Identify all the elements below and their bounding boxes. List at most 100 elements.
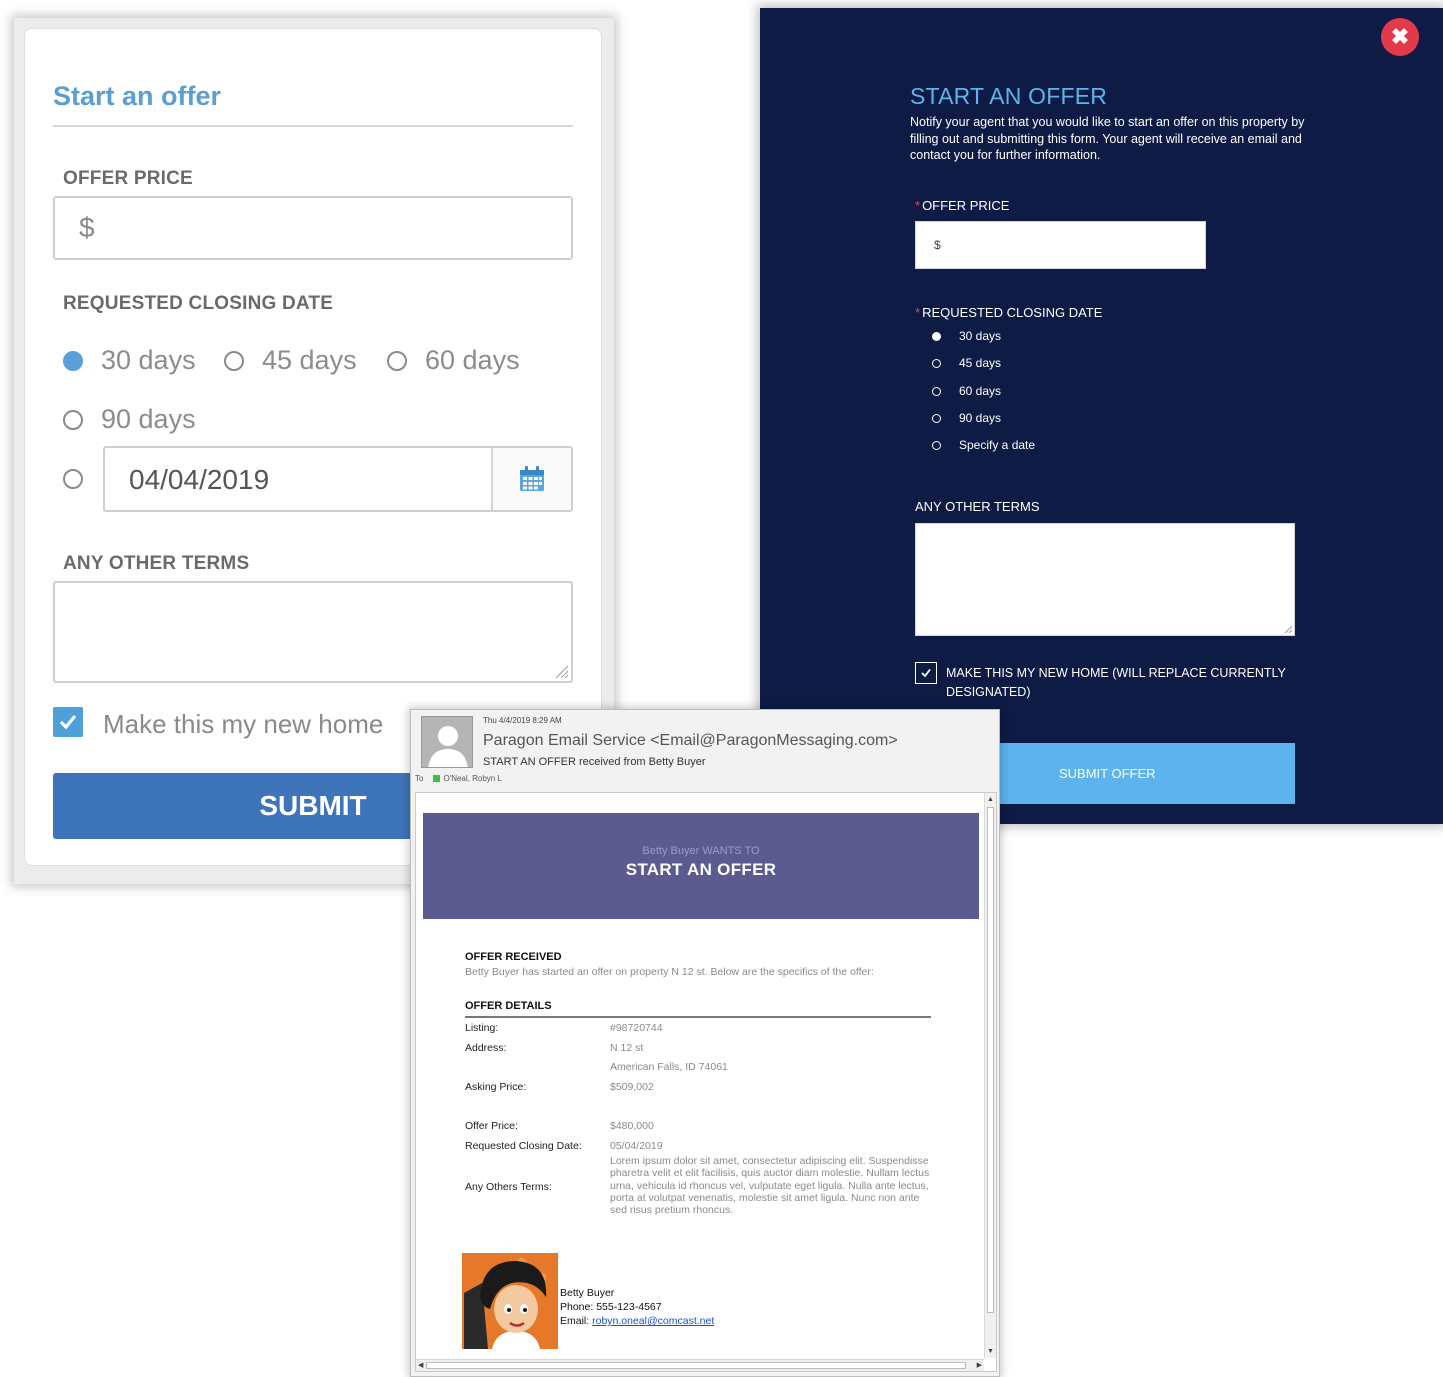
radio-specify-date[interactable]: Specify a date xyxy=(932,438,1035,452)
new-home-label: Make this my new home xyxy=(103,709,384,739)
new-home-label: MAKE THIS MY NEW HOME (WILL REPLACE CURR… xyxy=(946,666,1286,699)
offer-price-label: * OFFER PRICE xyxy=(915,198,1010,213)
dollar-prefix: $ xyxy=(79,212,95,243)
resize-handle-icon xyxy=(1284,625,1293,634)
email-recipient: To O'Neal, Robyn L xyxy=(415,774,502,783)
calendar-icon xyxy=(520,466,544,491)
radio-specify-date[interactable] xyxy=(63,469,101,489)
checkmark-icon xyxy=(921,668,931,678)
radio-30-days[interactable]: 30 days xyxy=(63,345,196,376)
other-terms-label: Any Others Terms: xyxy=(465,1181,552,1193)
banner-subtitle: Betty Buyer WANTS TO xyxy=(642,845,760,857)
required-asterisk: * xyxy=(915,198,921,213)
radio-icon xyxy=(63,409,83,430)
radio-label: 60 days xyxy=(425,345,520,375)
closing-date-label: Requested Closing Date: xyxy=(465,1140,582,1152)
sender-avatar xyxy=(421,716,473,768)
scroll-down-icon[interactable]: ▼ xyxy=(987,1347,994,1356)
email-body: Betty Buyer WANTS TO START AN OFFER OFFE… xyxy=(415,792,997,1372)
signature-phone: Phone: 555-123-4567 xyxy=(560,1301,662,1313)
required-asterisk: * xyxy=(915,305,921,320)
email-preview-window: Thu 4/4/2019 8:29 AM Paragon Email Servi… xyxy=(410,709,1000,1377)
signature-email: Email: robyn.oneal@comcast.net xyxy=(560,1315,715,1327)
offer-details-heading: OFFER DETAILS xyxy=(465,1000,552,1012)
checkmark-icon xyxy=(59,714,77,730)
address-line2: American Falls, ID 74061 xyxy=(610,1061,728,1073)
cartoon-woman-avatar xyxy=(462,1253,558,1349)
horizontal-scrollbar[interactable]: ◀ ▶ xyxy=(416,1359,984,1371)
listing-label: Listing: xyxy=(465,1022,499,1034)
presence-status-icon xyxy=(433,775,441,782)
offer-price-label: Offer Price: xyxy=(465,1120,518,1132)
radio-label: 60 days xyxy=(959,384,1002,398)
close-button[interactable]: ✖ xyxy=(1381,18,1419,56)
radio-selected-icon xyxy=(63,350,83,371)
new-home-checkbox[interactable] xyxy=(53,707,83,737)
offer-received-text: Betty Buyer has started an offer on prop… xyxy=(465,966,874,978)
radio-selected-icon xyxy=(932,331,941,341)
radio-90-days[interactable]: 90 days xyxy=(63,404,196,435)
closing-date-value: 05/04/2019 xyxy=(610,1140,663,1152)
offer-price-value: $480,000 xyxy=(610,1120,654,1132)
radio-icon xyxy=(932,413,941,423)
closing-date-label: REQUESTED CLOSING DATE xyxy=(63,293,334,314)
closing-date-input[interactable]: 04/04/2019 xyxy=(103,446,573,512)
radio-label: 45 days xyxy=(959,356,1002,370)
closing-date-label: * REQUESTED CLOSING DATE xyxy=(915,305,1103,320)
asking-price-label: Asking Price: xyxy=(465,1081,527,1093)
radio-label: 30 days xyxy=(101,345,196,375)
dark-offer-form-card: ✖ START AN OFFER Notify your agent that … xyxy=(760,8,1443,824)
email-subject: START AN OFFER received from Betty Buyer xyxy=(483,756,706,768)
offer-price-input[interactable]: $ xyxy=(915,221,1206,269)
radio-45-days[interactable]: 45 days xyxy=(932,356,1001,370)
radio-label: 30 days xyxy=(959,329,1002,343)
radio-icon xyxy=(932,386,941,396)
radio-icon xyxy=(63,469,83,489)
radio-90-days[interactable]: 90 days xyxy=(932,411,1001,425)
other-terms-textarea[interactable] xyxy=(915,523,1295,636)
address-line1: N 12 st xyxy=(610,1042,644,1054)
other-terms-textarea[interactable] xyxy=(53,581,573,683)
address-label: Address: xyxy=(465,1042,507,1054)
radio-label: 90 days xyxy=(101,404,196,434)
buyer-photo xyxy=(462,1253,558,1349)
other-terms-label: ANY OTHER TERMS xyxy=(915,499,1040,514)
vertical-scroll-thumb[interactable] xyxy=(987,807,994,1313)
details-divider xyxy=(465,1016,931,1018)
resize-handle-icon xyxy=(555,665,569,679)
form-title: START AN OFFER xyxy=(910,83,1108,109)
calendar-button[interactable] xyxy=(491,448,571,510)
radio-60-days[interactable]: 60 days xyxy=(387,345,520,376)
vertical-scrollbar[interactable]: ▲ ▼ xyxy=(984,793,996,1358)
radio-30-days[interactable]: 30 days xyxy=(932,329,1001,343)
composite-screenshot: Start an offer OFFER PRICE $ REQUESTED C… xyxy=(0,0,1443,1377)
radio-icon xyxy=(932,440,941,450)
title-divider xyxy=(53,125,573,127)
radio-icon xyxy=(224,350,244,371)
person-silhouette-icon xyxy=(422,717,472,767)
offer-price-label: OFFER PRICE xyxy=(63,168,193,189)
other-terms-value: Lorem ipsum dolor sit amet, consectetur … xyxy=(610,1155,930,1217)
new-home-checkbox[interactable] xyxy=(915,662,937,684)
recipient-name[interactable]: O'Neal, Robyn L xyxy=(443,774,501,783)
radio-icon xyxy=(387,350,407,371)
other-terms-label: ANY OTHER TERMS xyxy=(63,553,250,574)
radio-label: Specify a date xyxy=(959,438,1036,452)
email-date: Thu 4/4/2019 8:29 AM xyxy=(483,716,562,725)
form-description: Notify your agent that you would like to… xyxy=(910,115,1305,162)
close-icon: ✖ xyxy=(1390,24,1410,49)
date-value: 04/04/2019 xyxy=(129,464,270,495)
radio-label: 90 days xyxy=(959,411,1002,425)
signature-name: Betty Buyer xyxy=(560,1287,615,1299)
radio-45-days[interactable]: 45 days xyxy=(224,345,357,376)
listing-value: #98720744 xyxy=(610,1022,663,1034)
form-title: Start an offer xyxy=(53,81,222,111)
radio-60-days[interactable]: 60 days xyxy=(932,384,1001,398)
signature-email-link[interactable]: robyn.oneal@comcast.net xyxy=(592,1315,714,1327)
horizontal-scroll-thumb[interactable] xyxy=(426,1362,966,1369)
scroll-up-icon[interactable]: ▲ xyxy=(987,795,994,804)
scroll-left-icon[interactable]: ◀ xyxy=(418,1361,423,1370)
radio-icon xyxy=(932,358,941,368)
offer-price-input[interactable]: $ xyxy=(53,196,573,260)
scroll-right-icon[interactable]: ▶ xyxy=(977,1361,982,1370)
